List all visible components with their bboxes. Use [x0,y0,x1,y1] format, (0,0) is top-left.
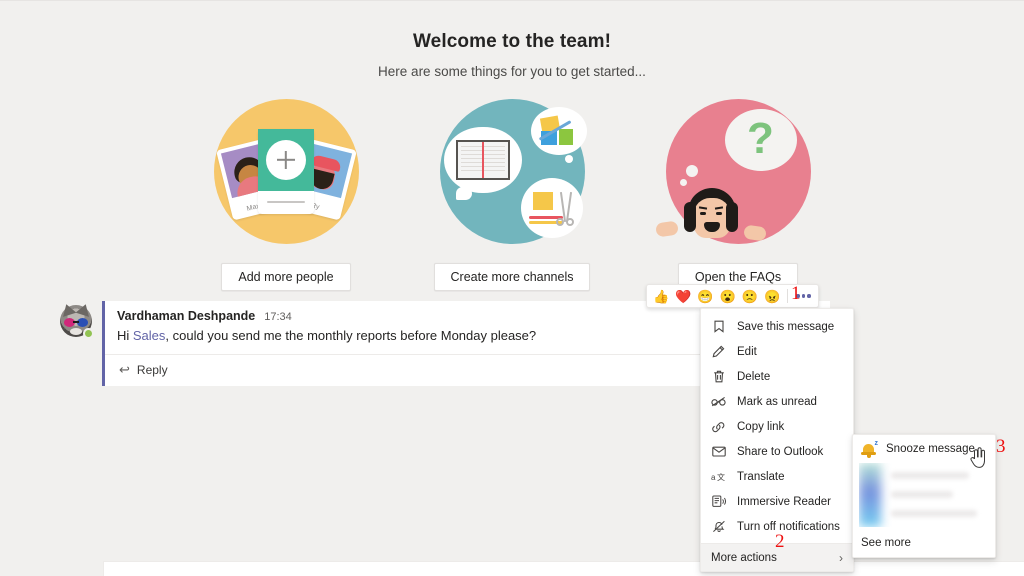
add-person-card [258,129,314,214]
chevron-right-icon: › [839,550,843,565]
presence-badge-available [83,328,94,339]
person-illustration [654,188,767,244]
menu-item-translate[interactable]: a 文 Translate [701,464,853,489]
menu-label: Immersive Reader [737,495,831,508]
reaction-sad-icon[interactable]: 🙁 [740,289,760,304]
menu-label: Save this message [737,320,835,333]
toolbar-divider [787,289,789,303]
bell-off-icon [711,519,726,534]
svg-text:a: a [711,473,716,482]
message-author: Vardhaman Deshpande [117,309,256,323]
bookmark-icon [711,319,726,334]
reaction-heart-icon[interactable]: ❤️ [673,289,693,304]
teams-chat-screen: Welcome to the team! Here are some thing… [0,0,1024,576]
annotation-2: 2 [775,531,785,552]
menu-item-copy-link[interactable]: Copy link [701,414,853,439]
glasses-icon [711,394,726,409]
menu-label: Delete [737,370,771,383]
onboarding-cards: Maxine Ry [0,99,1024,244]
create-more-channels-button[interactable]: Create more channels [433,263,591,291]
action-slot-1: Add more people [186,263,386,291]
menu-label: Share to Outlook [737,445,824,458]
avatar[interactable] [59,302,94,339]
trash-icon [711,369,726,384]
reply-label: Reply [136,362,168,377]
submenu-see-more[interactable]: See more [853,529,995,557]
envelope-icon [711,444,726,459]
svg-text:文: 文 [717,472,725,482]
menu-label: Turn off notifications [737,520,840,533]
snooze-bell-icon: z [861,440,878,458]
menu-item-share-to-outlook[interactable]: Share to Outlook [701,439,853,464]
card-create-channels [412,99,612,244]
annotation-1: 1 [791,283,801,304]
menu-item-mark-as-unread[interactable]: Mark as unread [701,389,853,414]
menu-item-edit[interactable]: Edit [701,339,853,364]
bubble-dot [564,155,573,163]
add-people-illustration: Maxine Ry [213,99,359,244]
annotation-3: 3 [996,436,1006,457]
pencil-icon [711,344,726,359]
see-more-label: See more [861,537,911,549]
mouse-cursor-pointer [969,447,987,474]
reaction-angry-icon[interactable]: 😠 [762,289,782,304]
supplies-bubble [530,107,587,155]
immersive-reader-icon [711,494,726,509]
link-icon [711,419,726,434]
menu-item-immersive-reader[interactable]: Immersive Reader [701,489,853,514]
menu-label: Mark as unread [737,395,817,408]
welcome-section: Welcome to the team! Here are some thing… [0,31,1024,79]
question-mark: ? [747,114,774,163]
menu-label: Copy link [737,420,785,433]
add-more-people-button[interactable]: Add more people [221,263,351,291]
reaction-laugh-icon[interactable]: 😁 [695,289,715,304]
book-bubble [443,127,522,200]
message-text-before: Hi [117,328,133,343]
page-title: Welcome to the team! [412,31,612,52]
reaction-thumbs-up-icon[interactable]: 👍 [651,289,671,304]
reaction-surprised-icon[interactable]: 😮 [718,289,738,304]
card-open-faqs: ? [638,99,838,244]
thought-bubble: ? [724,109,797,171]
message-text-after: , could you send me the monthly reports … [165,328,537,343]
page-subtitle: Here are some things for you to get star… [378,64,646,79]
card-add-people: Maxine Ry [186,99,386,244]
stationery-bubble [520,178,583,238]
action-slot-2: Create more channels [412,263,612,291]
translate-icon: a 文 [711,469,726,484]
faqs-illustration: ? [654,99,811,244]
create-channels-illustration [439,99,587,244]
more-actions-label: More actions [711,551,777,564]
message-timestamp: 17:34 [264,311,292,323]
menu-item-delete[interactable]: Delete [701,364,853,389]
thought-dot-large [685,165,698,177]
menu-label: Edit [737,345,757,358]
message-compose-box[interactable] [103,561,1024,576]
menu-item-save-this-message[interactable]: Save this message [701,314,853,339]
thought-dot-small [679,179,687,186]
reply-arrow-icon: ↩ [119,361,130,377]
book-icon [455,140,510,180]
menu-label: Translate [737,470,785,483]
onboarding-actions: Add more people Create more channels Ope… [0,263,1024,291]
snooze-label: Snooze message [886,443,975,455]
mention-link[interactable]: Sales [133,328,166,343]
